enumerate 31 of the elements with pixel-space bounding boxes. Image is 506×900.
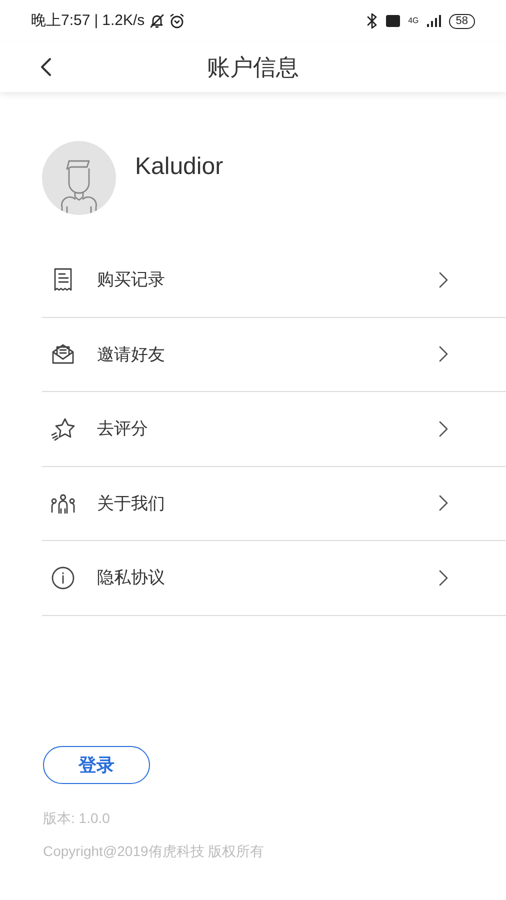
chevron-icon (439, 346, 448, 362)
alarm-icon (168, 13, 185, 29)
menu-item[interactable]: 邀请好友 (42, 318, 506, 392)
chevron-icon (439, 420, 448, 437)
status-time: 晚上7:57 (31, 10, 90, 31)
bluetooth-icon (366, 13, 378, 29)
menu-label: 邀请好友 (97, 344, 165, 366)
signal-icon (426, 15, 441, 27)
star-icon (50, 416, 76, 442)
chevron-icon (439, 495, 448, 512)
menu-label: 隐私协议 (97, 567, 165, 589)
chevron-icon (439, 570, 448, 586)
info-icon (50, 564, 76, 591)
network-type: 4G (408, 17, 419, 25)
battery-indicator: 58 (448, 14, 475, 28)
version-text: 版本: 1.0.0 (43, 809, 110, 828)
menu-label: 去评分 (97, 418, 148, 440)
status-separator: | (94, 10, 98, 31)
menu-item[interactable]: 关于我们 (42, 466, 506, 541)
muted-bell-icon (148, 13, 165, 29)
menu-item[interactable]: 购买记录 (42, 243, 506, 318)
menu-item[interactable]: 去评分 (42, 392, 506, 466)
page-title: 账户信息 (207, 52, 299, 82)
menu-item[interactable]: 隐私协议 (42, 541, 506, 616)
menu-label: 关于我们 (97, 492, 165, 514)
chevron-icon (439, 272, 448, 288)
login-button[interactable]: 登录 (43, 746, 150, 784)
menu-label: 购买记录 (97, 269, 165, 291)
network-speed: 1.2K/s (102, 10, 145, 31)
user-name: Kaludior (135, 152, 224, 182)
copyright-text: Copyright@2019侑虎科技 版权所有 (43, 842, 264, 861)
